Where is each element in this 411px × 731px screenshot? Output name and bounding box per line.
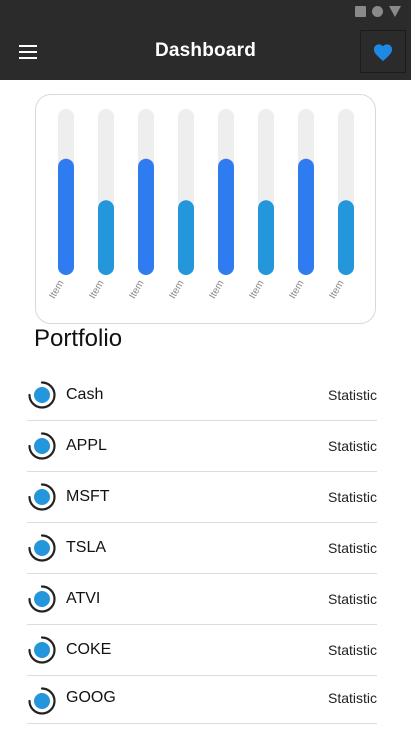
item-name: ATVI	[66, 590, 101, 607]
item-name: MSFT	[66, 488, 110, 505]
item-stat: Statistic	[327, 438, 377, 454]
list-item[interactable]: APPL Statistic	[27, 421, 377, 472]
heart-icon	[373, 43, 393, 61]
list-item[interactable]: TSLA Statistic	[27, 523, 377, 574]
page-title: Dashboard	[154, 40, 257, 61]
item-stat: Statistic	[327, 540, 377, 556]
progress-spinner-icon	[28, 585, 56, 613]
list-item[interactable]: ATVI Statistic	[27, 574, 377, 625]
item-stat: Statistic	[327, 591, 377, 607]
item-stat: Statistic	[327, 642, 377, 658]
x-tick-label: Item	[167, 279, 186, 301]
item-stat: Statistic	[327, 387, 377, 403]
bar-chart: Item Item Item Item Item Item Item Item	[47, 109, 354, 301]
progress-spinner-icon	[28, 534, 56, 562]
progress-spinner-icon	[28, 636, 56, 664]
progress-spinner-icon	[28, 381, 56, 409]
x-tick-label: Item	[327, 279, 346, 301]
progress-spinner-icon	[28, 432, 56, 460]
chart-card: Item Item Item Item Item Item Item Item	[35, 94, 376, 324]
x-tick-label: Item	[247, 279, 266, 301]
favorite-button[interactable]	[360, 30, 406, 73]
item-stat: Statistic	[327, 489, 377, 505]
list-item[interactable]: GOOG Statistic	[27, 676, 377, 724]
list-item[interactable]: Cash Statistic	[27, 370, 377, 421]
bar[interactable]	[178, 200, 194, 275]
item-stat: Statistic	[327, 690, 377, 706]
bar[interactable]	[98, 200, 114, 275]
status-bar	[0, 0, 411, 24]
portfolio-title: Portfolio	[34, 325, 123, 352]
bar[interactable]	[58, 158, 74, 275]
square-icon	[355, 6, 366, 17]
item-name: TSLA	[66, 539, 107, 556]
item-name: GOOG	[66, 689, 116, 706]
app-bar: Dashboard	[0, 24, 411, 80]
circle-icon	[372, 6, 383, 17]
progress-spinner-icon	[28, 483, 56, 511]
item-name: Cash	[66, 386, 104, 403]
progress-spinner-icon	[28, 687, 56, 715]
x-tick-label: Item	[47, 279, 66, 301]
item-name: APPL	[66, 437, 107, 454]
x-tick-label: Item	[287, 279, 306, 301]
portfolio-list: Cash Statistic APPL Statistic MSFT Stati…	[27, 370, 377, 724]
bar[interactable]	[138, 158, 154, 275]
bar[interactable]	[218, 158, 234, 275]
list-item[interactable]: MSFT Statistic	[27, 472, 377, 523]
x-tick-label: Item	[207, 279, 226, 301]
item-name: COKE	[66, 641, 112, 658]
x-tick-label: Item	[87, 279, 106, 301]
bar[interactable]	[258, 200, 274, 275]
bar[interactable]	[338, 200, 354, 275]
status-icons	[355, 6, 401, 17]
list-item[interactable]: COKE Statistic	[27, 625, 377, 676]
triangle-icon	[389, 6, 401, 17]
bar[interactable]	[298, 158, 314, 275]
x-tick-label: Item	[127, 279, 146, 301]
